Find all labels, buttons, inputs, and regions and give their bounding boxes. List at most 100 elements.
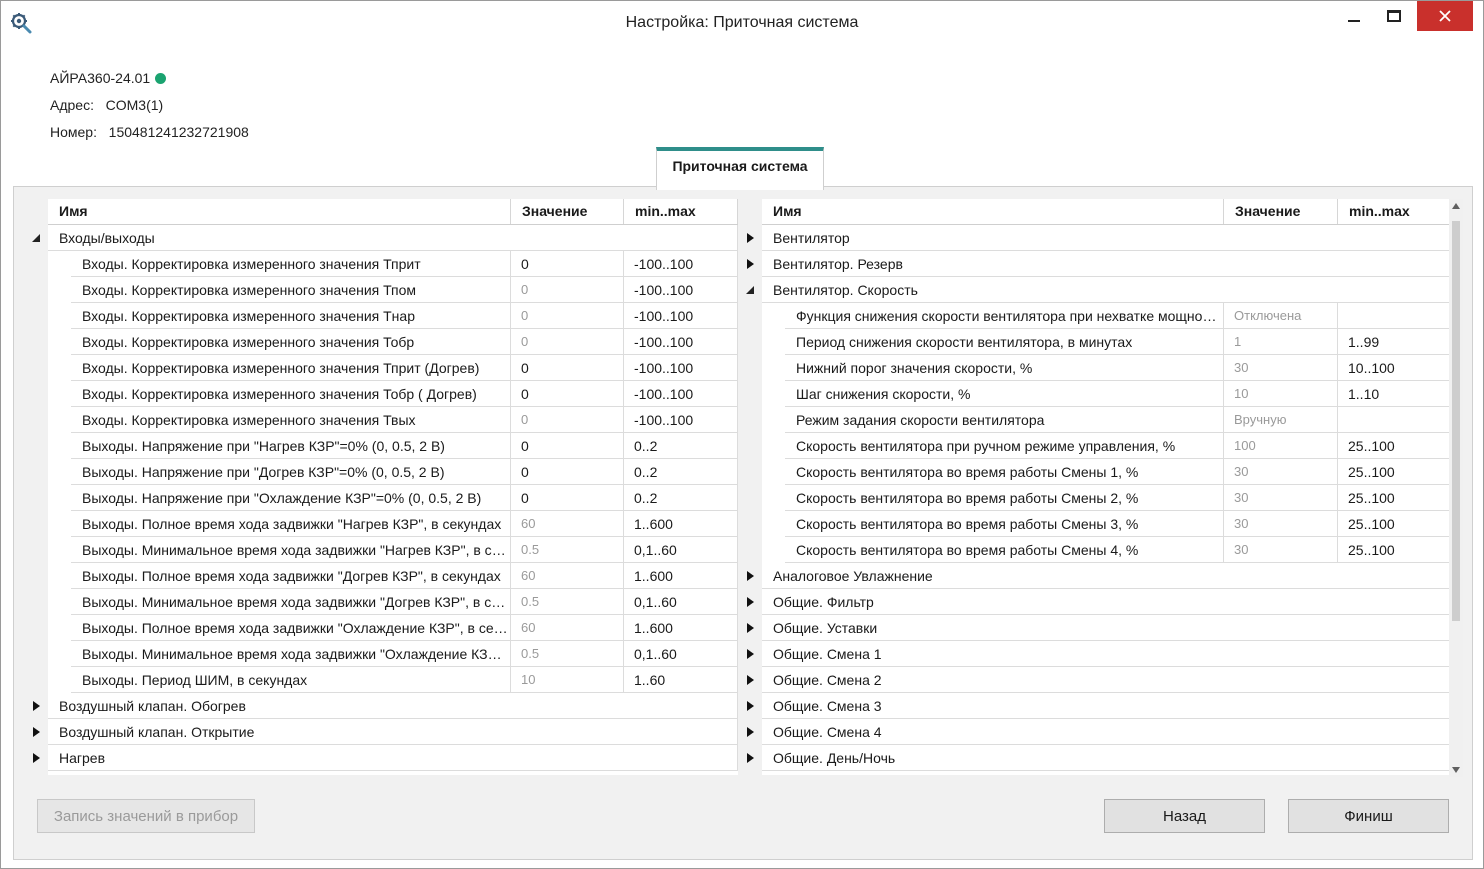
expand-arrow-icon[interactable]: [740, 745, 760, 771]
setting-value[interactable]: Отключена: [1224, 303, 1338, 329]
setting-value[interactable]: 10: [511, 667, 624, 693]
table-row[interactable]: Шаг снижения скорости, % 10 1..10: [762, 381, 1450, 407]
setting-value[interactable]: 0: [511, 251, 624, 277]
table-row[interactable]: Функция снижения скорости вентилятора пр…: [762, 303, 1450, 329]
table-row[interactable]: Входы. Корректировка измеренного значени…: [48, 329, 738, 355]
table-row[interactable]: Выходы. Напряжение при "Охлаждение КЗР"=…: [48, 485, 738, 511]
expand-arrow-icon[interactable]: [26, 745, 46, 771]
setting-value[interactable]: 30: [1224, 537, 1338, 563]
setting-value[interactable]: 0: [511, 355, 624, 381]
setting-value[interactable]: 30: [1224, 355, 1338, 381]
column-header-value[interactable]: Значение: [1224, 199, 1338, 224]
table-row[interactable]: Скорость вентилятора во время работы Сме…: [762, 511, 1450, 537]
expand-arrow-icon[interactable]: [740, 615, 760, 641]
group-row[interactable]: Воздушный клапан. Открытие: [32, 719, 738, 745]
expand-arrow-icon[interactable]: [740, 641, 760, 667]
setting-value[interactable]: 0: [511, 329, 624, 355]
table-row[interactable]: Входы. Корректировка измеренного значени…: [48, 407, 738, 433]
setting-value[interactable]: 60: [511, 511, 624, 537]
table-row[interactable]: Выходы. Период ШИМ, в секундах 10 1..60: [48, 667, 738, 693]
setting-value[interactable]: 0: [511, 303, 624, 329]
right-grid-scrollbar[interactable]: [1449, 199, 1463, 777]
table-row[interactable]: Входы. Корректировка измеренного значени…: [48, 251, 738, 277]
setting-value[interactable]: 0: [511, 459, 624, 485]
table-row[interactable]: Выходы. Полное время хода задвижки "Охла…: [48, 615, 738, 641]
setting-value[interactable]: 0: [511, 381, 624, 407]
table-row[interactable]: Выходы. Минимальное время хода задвижки …: [48, 537, 738, 563]
table-row[interactable]: Скорость вентилятора во время работы Сме…: [762, 459, 1450, 485]
setting-value[interactable]: 0: [511, 407, 624, 433]
group-row[interactable]: Входы/выходы: [32, 225, 738, 251]
table-row[interactable]: Выходы. Полное время хода задвижки "Нагр…: [48, 511, 738, 537]
group-row[interactable]: Вентилятор: [746, 225, 1450, 251]
table-row[interactable]: Входы. Корректировка измеренного значени…: [48, 303, 738, 329]
setting-value[interactable]: 10: [1224, 381, 1338, 407]
group-row[interactable]: Общие. Фильтр: [746, 589, 1450, 615]
finish-button[interactable]: Финиш: [1288, 799, 1449, 833]
table-row[interactable]: Выходы. Напряжение при "Догрев КЗР"=0% (…: [48, 459, 738, 485]
table-row[interactable]: Входы. Корректировка измеренного значени…: [48, 277, 738, 303]
setting-value[interactable]: 0: [511, 433, 624, 459]
table-row[interactable]: Режим задания скорости вентилятора Вручну…: [762, 407, 1450, 433]
setting-value[interactable]: 0.5: [511, 641, 624, 667]
expand-arrow-icon[interactable]: [740, 667, 760, 693]
setting-value[interactable]: 60: [511, 615, 624, 641]
setting-value[interactable]: 1: [1224, 329, 1338, 355]
column-header-name[interactable]: Имя: [762, 199, 1224, 224]
column-header-value[interactable]: Значение: [511, 199, 624, 224]
expand-arrow-icon[interactable]: [740, 251, 760, 277]
column-header-range[interactable]: min..max: [624, 199, 738, 224]
group-row[interactable]: Общие. Смена 2: [746, 667, 1450, 693]
setting-value[interactable]: 0.5: [511, 537, 624, 563]
column-header-name[interactable]: Имя: [48, 199, 511, 224]
setting-value[interactable]: 60: [511, 563, 624, 589]
group-row[interactable]: Общие. День/Ночь: [746, 745, 1450, 771]
group-row[interactable]: Нагрев: [32, 745, 738, 771]
table-row[interactable]: Нижний порог значения скорости, % 30 10..1…: [762, 355, 1450, 381]
expand-arrow-icon[interactable]: [740, 693, 760, 719]
table-row[interactable]: Выходы. Напряжение при "Нагрев КЗР"=0% (…: [48, 433, 738, 459]
back-button[interactable]: Назад: [1104, 799, 1265, 833]
close-button[interactable]: [1417, 1, 1473, 31]
setting-value[interactable]: 100: [1224, 433, 1338, 459]
group-row[interactable]: Вентилятор. Скорость: [746, 277, 1450, 303]
scroll-up-icon[interactable]: [1452, 203, 1460, 209]
expand-arrow-icon[interactable]: [740, 563, 760, 589]
group-row[interactable]: Общие. Уставки: [746, 615, 1450, 641]
table-row[interactable]: Период снижения скорости вентилятора, в …: [762, 329, 1450, 355]
column-header-range[interactable]: min..max: [1338, 199, 1450, 224]
table-row[interactable]: Скорость вентилятора во время работы Сме…: [762, 485, 1450, 511]
setting-value[interactable]: Вручную: [1224, 407, 1338, 433]
scroll-down-icon[interactable]: [1452, 767, 1460, 773]
group-row[interactable]: Общие. Смена 4: [746, 719, 1450, 745]
setting-value[interactable]: 30: [1224, 459, 1338, 485]
table-row[interactable]: Входы. Корректировка измеренного значени…: [48, 355, 738, 381]
tab-supply-system[interactable]: Приточная система: [656, 147, 824, 190]
write-to-device-button[interactable]: Запись значений в прибор: [37, 799, 255, 833]
table-row[interactable]: Скорость вентилятора во время работы Сме…: [762, 537, 1450, 563]
table-row[interactable]: Выходы. Полное время хода задвижки "Догр…: [48, 563, 738, 589]
scrollbar-thumb[interactable]: [1452, 221, 1460, 621]
table-row[interactable]: Выходы. Минимальное время хода задвижки …: [48, 589, 738, 615]
expand-arrow-icon[interactable]: [26, 719, 46, 745]
expand-arrow-icon[interactable]: [26, 693, 46, 719]
expand-arrow-icon[interactable]: [740, 719, 760, 745]
group-row[interactable]: Воздушный клапан. Обогрев: [32, 693, 738, 719]
group-row[interactable]: Вентилятор. Резерв: [746, 251, 1450, 277]
setting-value[interactable]: 30: [1224, 485, 1338, 511]
collapse-arrow-icon[interactable]: [26, 225, 46, 251]
table-row[interactable]: Скорость вентилятора при ручном режиме у…: [762, 433, 1450, 459]
group-row[interactable]: Общие. Смена 1: [746, 641, 1450, 667]
setting-value[interactable]: 30: [1224, 511, 1338, 537]
setting-value[interactable]: 0: [511, 277, 624, 303]
expand-arrow-icon[interactable]: [740, 589, 760, 615]
group-row[interactable]: Общие. Смена 3: [746, 693, 1450, 719]
maximize-button[interactable]: [1371, 1, 1417, 31]
setting-value[interactable]: 0: [511, 485, 624, 511]
table-row[interactable]: Входы. Корректировка измеренного значени…: [48, 381, 738, 407]
group-row[interactable]: Аналоговое Увлажнение: [746, 563, 1450, 589]
setting-value[interactable]: 0.5: [511, 589, 624, 615]
collapse-arrow-icon[interactable]: [740, 277, 760, 303]
expand-arrow-icon[interactable]: [740, 225, 760, 251]
table-row[interactable]: Выходы. Минимальное время хода задвижки …: [48, 641, 738, 667]
